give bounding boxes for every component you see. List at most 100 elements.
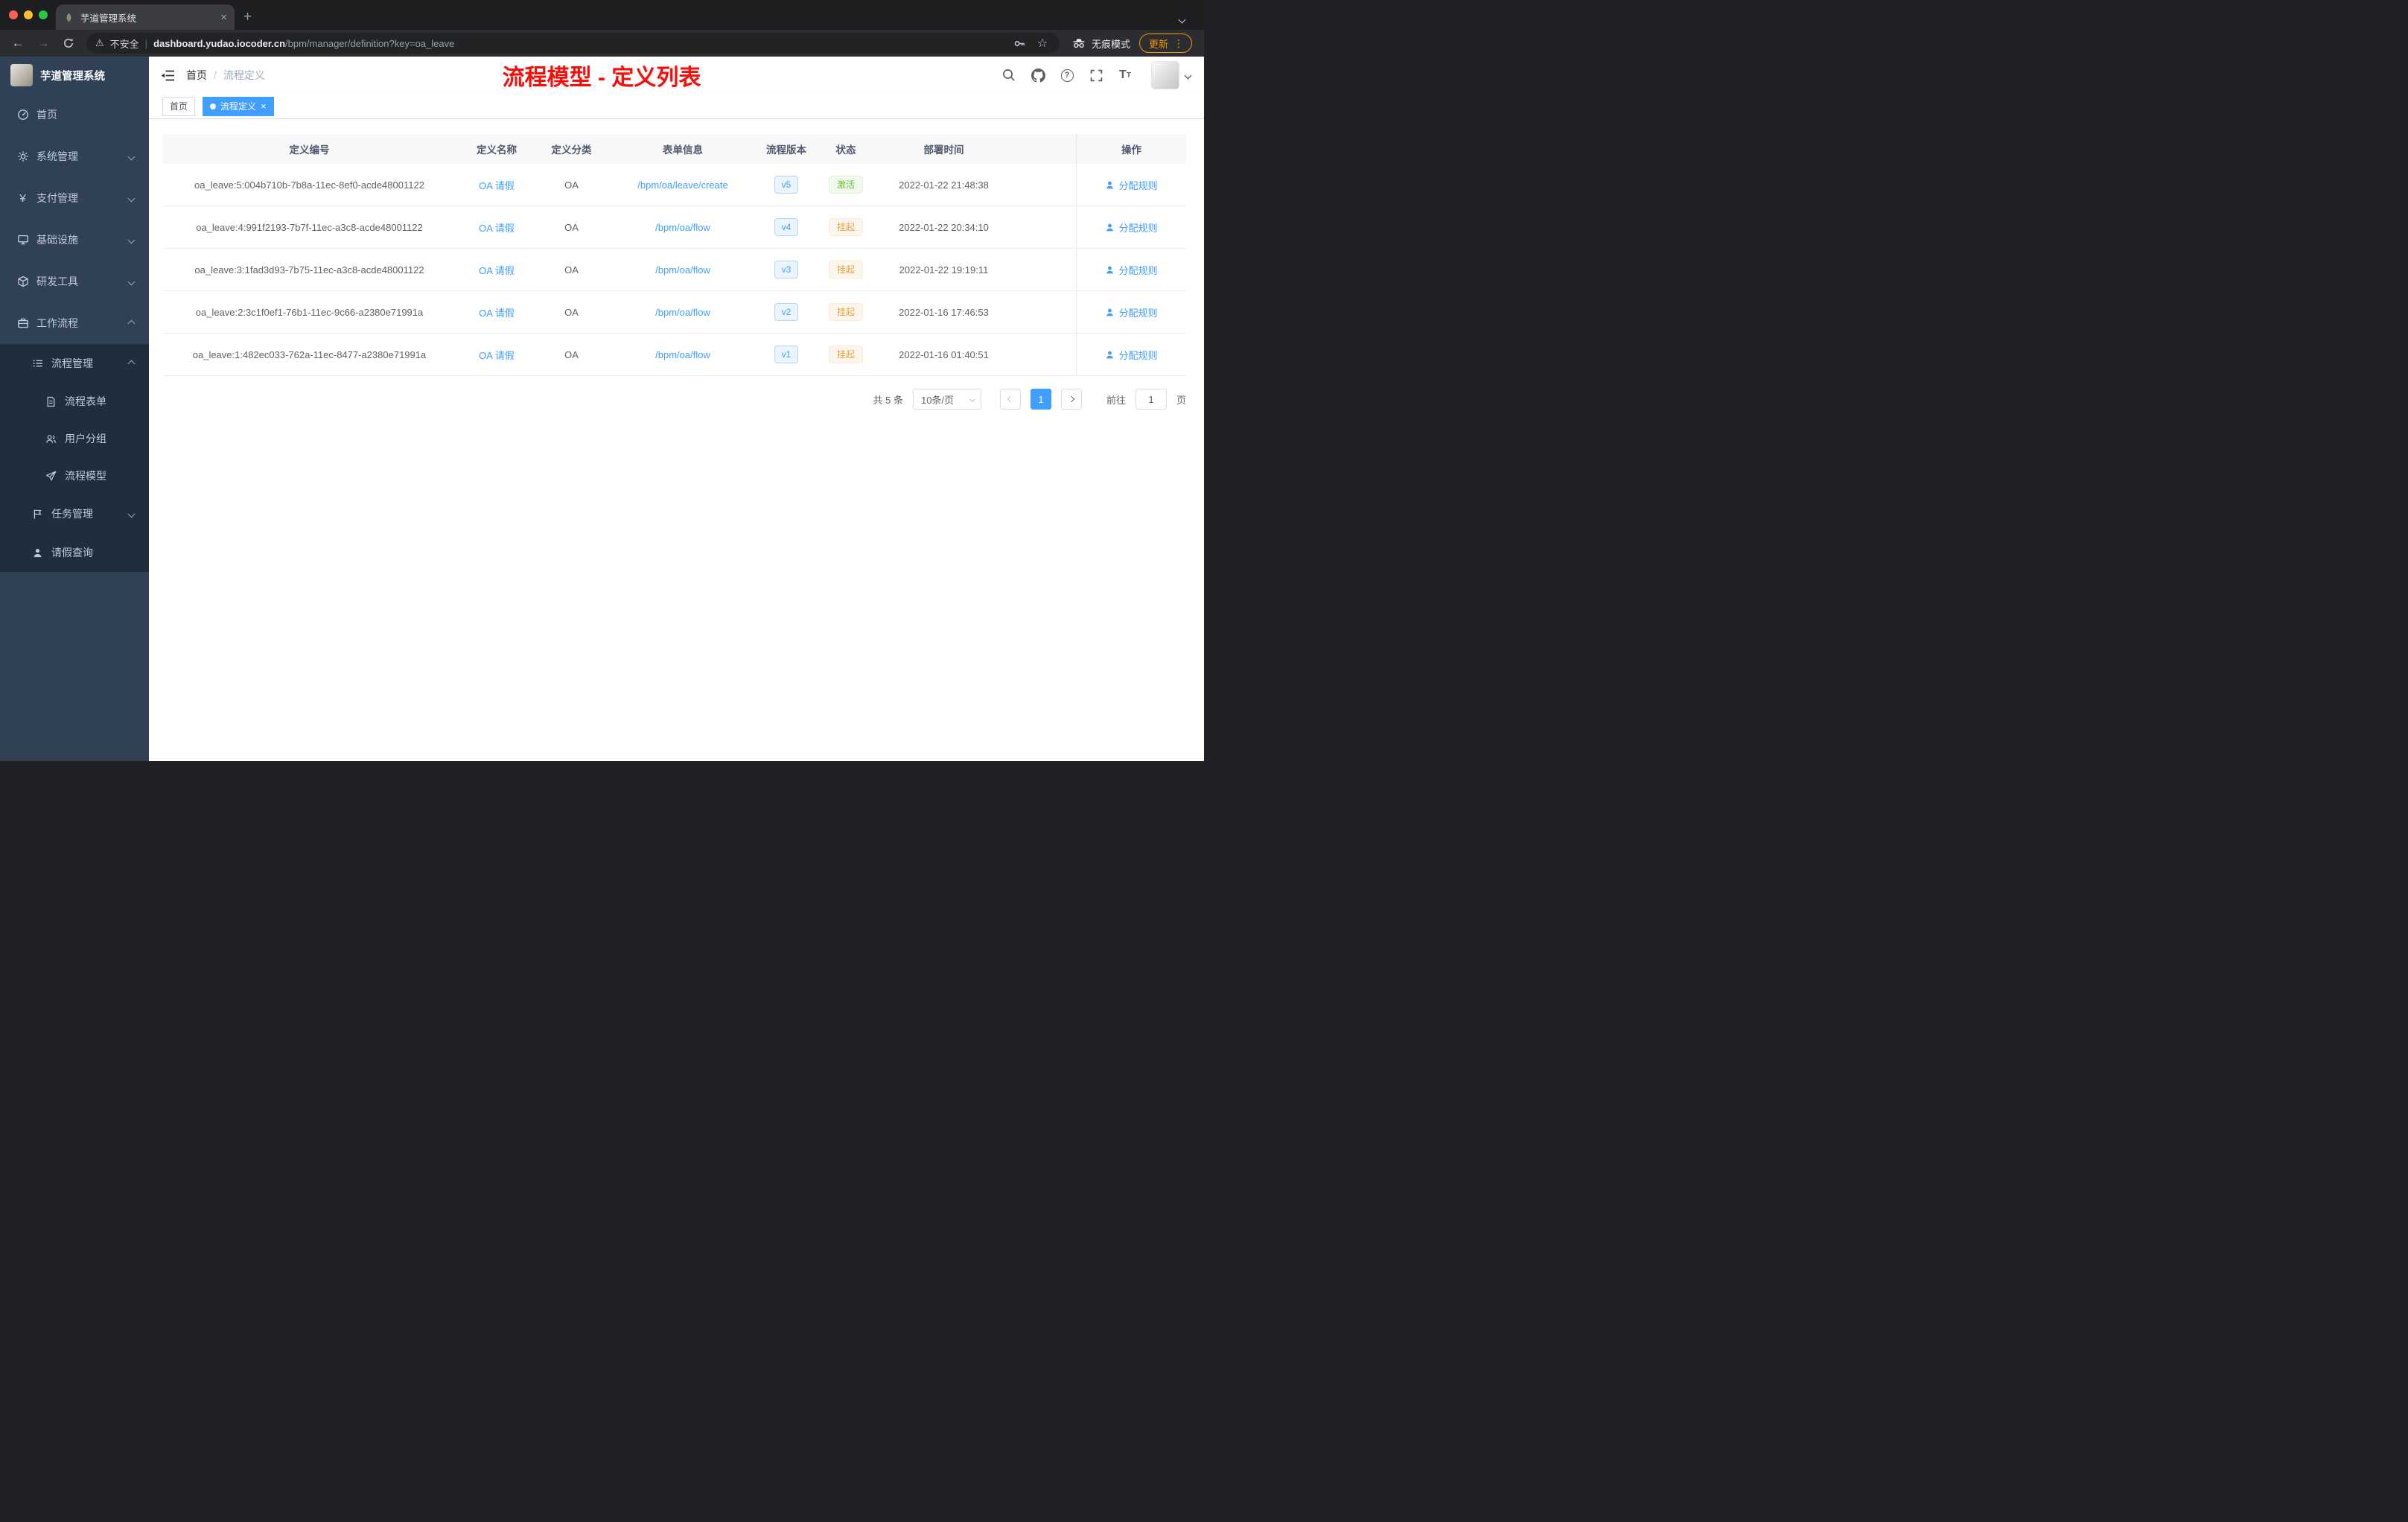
- assign-rule-link[interactable]: 分配规则: [1105, 305, 1158, 319]
- url-host: dashboard.yudao.iocoder.cn: [153, 37, 286, 49]
- next-page-button[interactable]: [1060, 389, 1082, 410]
- address-bar[interactable]: ⚠ 不安全 | dashboard.yudao.iocoder.cn/bpm/m…: [86, 33, 1060, 54]
- definition-name-link[interactable]: OA 请假: [479, 348, 515, 362]
- version-badge: v2: [774, 303, 799, 321]
- reload-button[interactable]: [58, 33, 79, 54]
- sidebar-logo[interactable]: 芋道管理系统: [0, 57, 149, 94]
- incognito-badge: 无痕模式: [1071, 36, 1130, 51]
- chevron-down-icon: [127, 278, 136, 285]
- monitor-icon: [16, 234, 29, 246]
- definition-name-link[interactable]: OA 请假: [479, 178, 515, 192]
- definition-name-link[interactable]: OA 请假: [479, 305, 515, 319]
- goto-page-input[interactable]: [1135, 389, 1167, 410]
- kebab-menu-icon[interactable]: ⋮: [1173, 37, 1184, 50]
- form-link[interactable]: /bpm/oa/flow: [655, 349, 710, 360]
- sidebar-item-process-management[interactable]: 流程管理: [0, 344, 149, 383]
- tab-search-button[interactable]: [1171, 9, 1192, 30]
- version-badge: v4: [774, 218, 799, 236]
- sidebar-item-payment[interactable]: ¥ 支付管理: [0, 177, 149, 219]
- cell-definition-id: oa_leave:5:004b710b-7b8a-11ec-8ef0-acde4…: [194, 179, 424, 191]
- close-window-button[interactable]: [9, 10, 18, 19]
- chevron-down-icon: [1178, 16, 1185, 23]
- sidebar-item-system[interactable]: 系统管理: [0, 136, 149, 177]
- sidebar-item-workflow[interactable]: 工作流程: [0, 302, 149, 344]
- chevron-up-icon: [127, 319, 136, 327]
- hamburger-icon[interactable]: [149, 57, 186, 94]
- page-number-current[interactable]: 1: [1030, 389, 1051, 410]
- prev-page-button[interactable]: [999, 389, 1021, 410]
- font-size-icon[interactable]: TT: [1116, 66, 1134, 84]
- tab-close-icon[interactable]: ×: [220, 11, 227, 24]
- sidebar-item-task-management[interactable]: 任务管理: [0, 494, 149, 533]
- back-button[interactable]: ←: [7, 33, 28, 54]
- forward-button[interactable]: →: [33, 33, 54, 54]
- cell-filler: [1009, 164, 1076, 206]
- sidebar-item-process-form[interactable]: 流程表单: [0, 383, 149, 420]
- browser-window: 芋道管理系统 × + ← → ⚠ 不安全 | dashboard.yudao.i…: [0, 0, 1204, 761]
- user-avatar-menu[interactable]: [1151, 61, 1192, 89]
- sidebar-item-label: 任务管理: [51, 508, 93, 520]
- chevron-down-icon: [127, 236, 136, 243]
- github-icon[interactable]: [1029, 66, 1047, 84]
- annotation-title: 流程模型 - 定义列表: [502, 66, 701, 90]
- tag-close-icon[interactable]: ×: [261, 101, 267, 111]
- cell-filler: [1009, 206, 1076, 248]
- sidebar-item-process-model[interactable]: 流程模型: [0, 457, 149, 494]
- bookmark-star-icon[interactable]: ☆: [1034, 35, 1051, 51]
- assign-rule-link[interactable]: 分配规则: [1105, 220, 1158, 235]
- browser-tab[interactable]: 芋道管理系统 ×: [56, 4, 235, 30]
- minimize-window-button[interactable]: [24, 10, 33, 19]
- tag-home[interactable]: 首页: [162, 96, 196, 116]
- page-size-select[interactable]: 10条/页: [912, 389, 981, 410]
- active-dot: [210, 103, 217, 109]
- form-link[interactable]: /bpm/oa/leave/create: [637, 179, 727, 191]
- security-label[interactable]: 不安全: [110, 36, 139, 51]
- column-header: 部署时间: [923, 144, 964, 156]
- breadcrumb-home-link[interactable]: 首页: [186, 68, 207, 83]
- assign-rule-label: 分配规则: [1118, 179, 1158, 191]
- sidebar-item-home[interactable]: 首页: [0, 94, 149, 136]
- definition-table: 定义编号 定义名称 定义分类 表单信息 流程版本 状态 部署时间 操作 oa_l…: [162, 134, 1186, 376]
- form-link[interactable]: /bpm/oa/flow: [655, 222, 710, 233]
- search-icon[interactable]: [1000, 66, 1018, 84]
- help-icon[interactable]: ?: [1058, 66, 1076, 84]
- assign-rule-link[interactable]: 分配规则: [1105, 348, 1158, 362]
- column-header: 定义名称: [477, 144, 517, 156]
- tag-process-definition[interactable]: 流程定义 ×: [203, 96, 274, 116]
- assign-rule-link[interactable]: 分配规则: [1105, 178, 1158, 192]
- users-icon: [45, 433, 57, 445]
- briefcase-icon: [16, 317, 29, 329]
- assign-rule-link[interactable]: 分配规则: [1105, 263, 1158, 277]
- dashboard-icon: [16, 109, 29, 121]
- column-header: 流程版本: [766, 144, 806, 156]
- cell-definition-id: oa_leave:4:991f2193-7b7f-11ec-a3c8-acde4…: [196, 221, 423, 233]
- sidebar-item-label: 支付管理: [36, 192, 78, 204]
- sidebar-item-label: 流程管理: [51, 357, 93, 369]
- form-link[interactable]: /bpm/oa/flow: [655, 264, 710, 276]
- sidebar-item-leave-query[interactable]: 请假查询: [0, 533, 149, 572]
- address-divider: |: [144, 37, 148, 49]
- sidebar-item-label: 基础设施: [36, 234, 78, 246]
- maximize-window-button[interactable]: [39, 10, 48, 19]
- sidebar-item-user-group[interactable]: 用户分组: [0, 420, 149, 457]
- incognito-icon: [1071, 38, 1086, 48]
- table-row: oa_leave:5:004b710b-7b8a-11ec-8ef0-acde4…: [162, 164, 1186, 206]
- cell-deploy-time: 2022-01-22 19:19:11: [899, 264, 989, 276]
- navbar: 首页 / 流程定义 流程模型 - 定义列表 ? T T: [149, 57, 1204, 94]
- table-row: oa_leave:4:991f2193-7b7f-11ec-a3c8-acde4…: [162, 206, 1186, 249]
- browser-update-button[interactable]: 更新 ⋮: [1138, 34, 1192, 53]
- page-size-value: 10条/页: [920, 394, 955, 406]
- sidebar-item-infrastructure[interactable]: 基础设施: [0, 219, 149, 261]
- form-link[interactable]: /bpm/oa/flow: [655, 307, 710, 318]
- fullscreen-icon[interactable]: [1087, 66, 1105, 84]
- chevron-down-icon: [127, 153, 136, 160]
- sidebar-item-devtools[interactable]: 研发工具: [0, 261, 149, 302]
- assign-rule-label: 分配规则: [1118, 307, 1158, 319]
- main-area: 首页 / 流程定义 流程模型 - 定义列表 ? T T 首页 流程定义 × 定义…: [149, 57, 1204, 761]
- font-size-large: T: [1119, 69, 1127, 81]
- definition-name-link[interactable]: OA 请假: [479, 220, 515, 235]
- sidebar: 芋道管理系统 首页 系统管理 ¥ 支付管理 基础设施 研发工具 工作流程 流程管…: [0, 57, 149, 761]
- new-tab-button[interactable]: +: [243, 9, 252, 25]
- definition-name-link[interactable]: OA 请假: [479, 263, 515, 277]
- password-key-icon[interactable]: [1012, 35, 1028, 51]
